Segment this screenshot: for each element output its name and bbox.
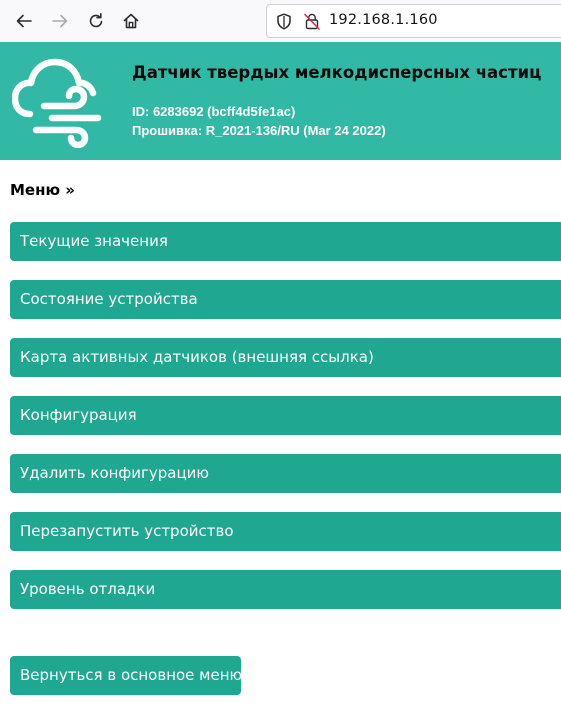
shield-icon[interactable] — [276, 13, 292, 30]
url-text[interactable]: 192.168.1.160 — [329, 12, 438, 28]
menu-item-debug-level[interactable]: Уровень отладки — [10, 570, 561, 609]
home-button[interactable] — [116, 6, 146, 36]
browser-toolbar: 192.168.1.160 — [0, 0, 561, 42]
cloud-wind-icon — [12, 58, 102, 148]
firmware-version: Прошивка: R_2021-136/RU (Mar 24 2022) — [132, 123, 386, 138]
forward-button[interactable] — [45, 6, 75, 36]
arrow-left-icon — [16, 14, 32, 28]
back-to-main-menu-button[interactable]: Вернуться в основное меню — [10, 656, 242, 695]
reload-button[interactable] — [81, 6, 111, 36]
menu-item-configuration[interactable]: Конфигурация — [10, 396, 561, 435]
device-id: ID: 6283692 (bcff4d5fe1ac) — [132, 104, 296, 119]
menu-item-sensor-map[interactable]: Карта активных датчиков (внешняя ссылка) — [10, 338, 561, 377]
menu-item-delete-configuration[interactable]: Удалить конфигурацию — [10, 454, 561, 493]
menu-item-device-status[interactable]: Состояние устройства — [10, 280, 561, 319]
menu-item-current-values[interactable]: Текущие значения — [10, 222, 561, 261]
insecure-lock-icon[interactable] — [303, 12, 321, 31]
back-button[interactable] — [9, 6, 39, 36]
reload-icon — [89, 13, 103, 28]
menu-heading: Меню » — [10, 181, 75, 199]
menu-item-restart-device[interactable]: Перезапустить устройство — [10, 512, 561, 551]
arrow-right-icon — [52, 14, 68, 28]
page-title: Датчик твердых мелкодисперсных частиц — [132, 63, 542, 82]
home-icon — [123, 13, 139, 29]
address-bar[interactable]: 192.168.1.160 — [266, 4, 561, 38]
page-header: Датчик твердых мелкодисперсных частиц ID… — [0, 42, 561, 160]
